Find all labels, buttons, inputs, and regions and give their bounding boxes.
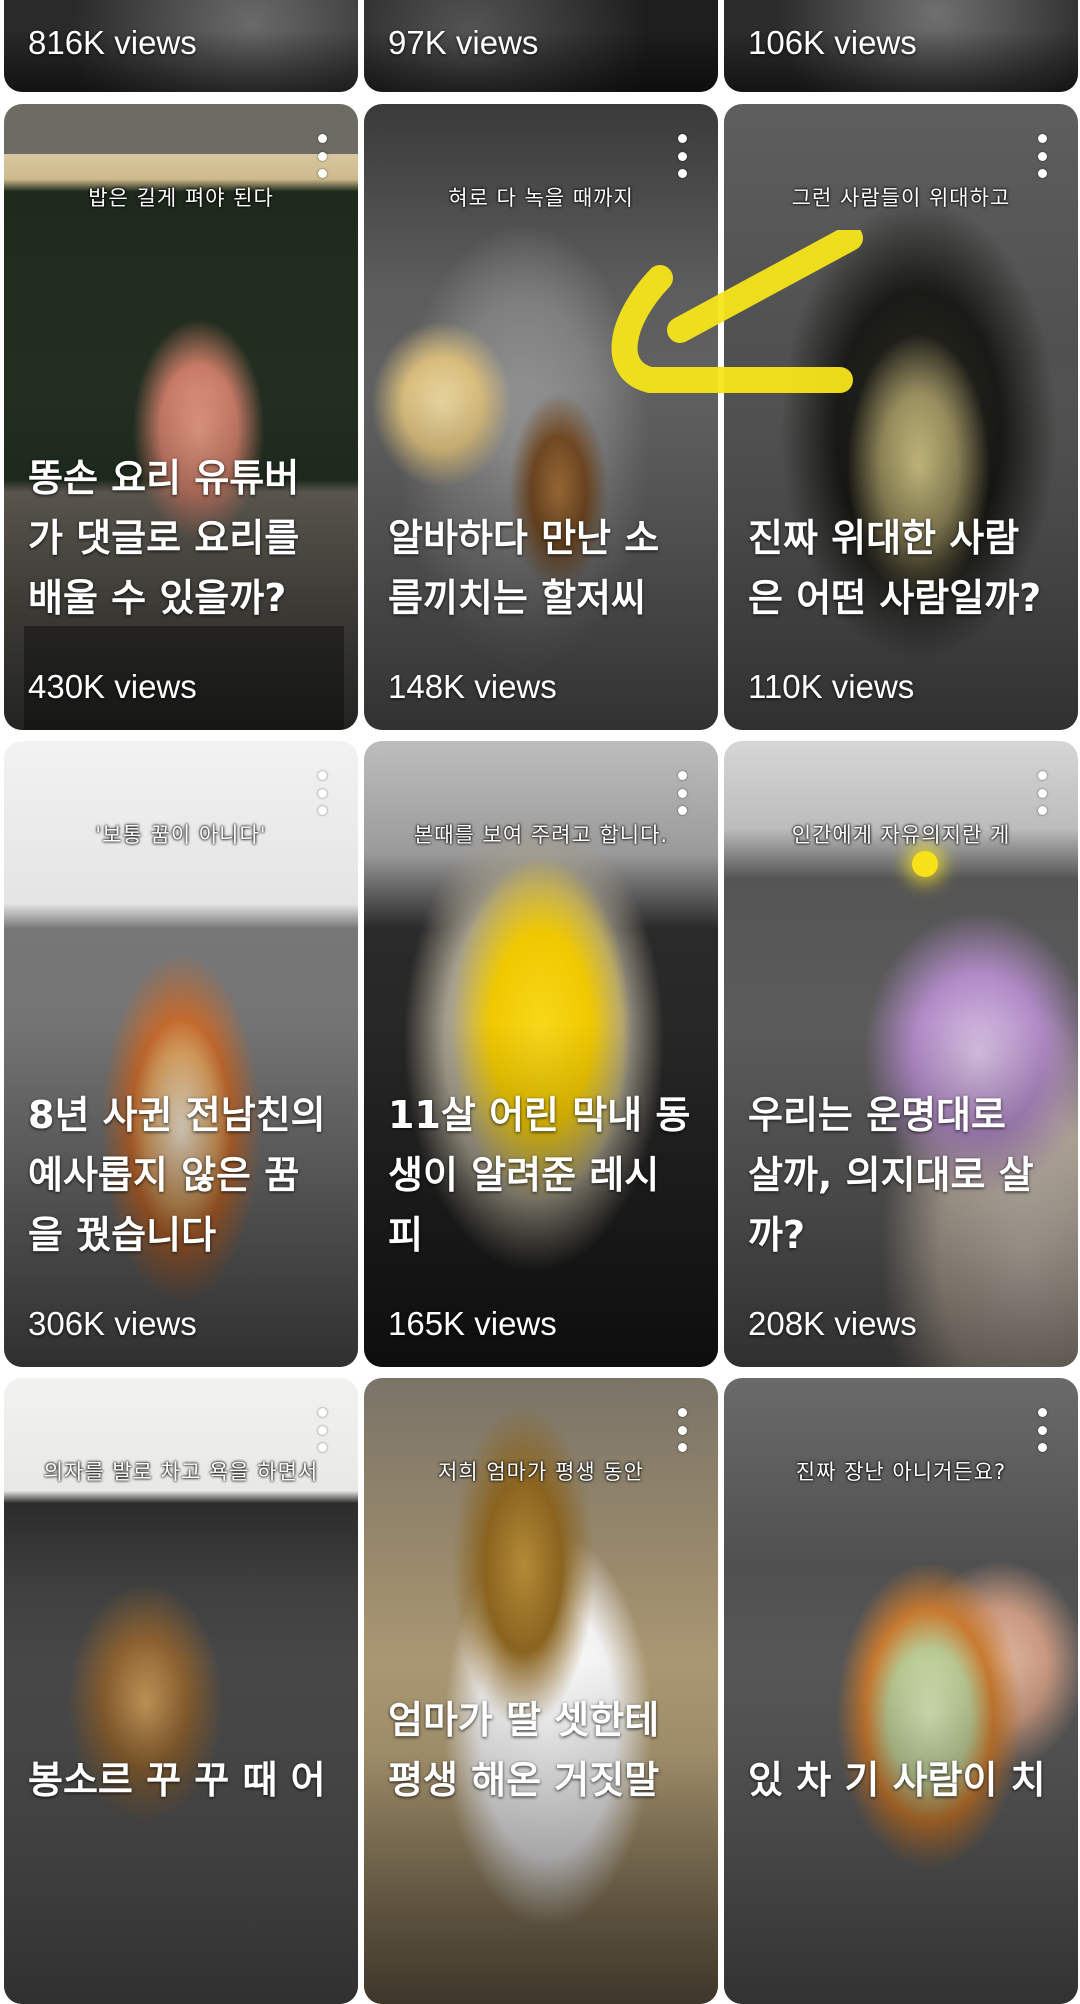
video-caption: 그런 사람들이 위대하고 [791, 186, 1011, 210]
video-title: 우리는 운명대로 살까, 의지대로 살 까? [748, 1093, 1034, 1257]
video-title: 8년 사귄 전남친의 예사롭지 않은 꿈 을 꿨습니다 [28, 1093, 326, 1257]
video-card[interactable]: 저희 엄마가 평생 동안 엄마가 딸 셋한테 평생 해온 거짓말 [364, 1378, 718, 2004]
video-card[interactable]: 인간에게 자유의지란 게 우리는 운명대로 살까, 의지대로 살 까? 208K… [724, 741, 1078, 1367]
view-count: 110K views [748, 668, 915, 705]
video-title: 11살 어린 막내 동 생이 알려준 레시 피 [388, 1093, 691, 1257]
video-caption: 밥은 길게 펴야 된다 [88, 186, 274, 210]
video-card[interactable]: 밥은 길게 펴야 된다 똥손 요리 유튜버 가 댓글로 요리를 배울 수 있을까… [4, 104, 358, 730]
more-options-icon[interactable] [316, 771, 328, 815]
shorts-grid: 816K views 97K views 106K views 밥은 길게 펴야… [0, 0, 1080, 2004]
video-card[interactable]: 혀로 다 녹을 때까지 알바하다 만난 소 름끼치는 할저씨 148K view… [364, 104, 718, 730]
more-options-icon[interactable] [1036, 771, 1048, 815]
view-count: 148K views [388, 668, 557, 705]
video-card[interactable]: 의자를 발로 차고 욕을 하면서 봉소르 꾸 꾸 때 어 [4, 1378, 358, 2004]
view-count: 106K views [748, 24, 917, 61]
video-caption: 저희 엄마가 평생 동안 [438, 1460, 644, 1484]
more-options-icon[interactable] [676, 1408, 688, 1452]
video-caption: 의자를 발로 차고 욕을 하면서 [43, 1460, 319, 1484]
video-title: 알바하다 만난 소 름끼치는 할저씨 [388, 516, 660, 620]
video-card[interactable]: 816K views [4, 0, 358, 92]
highlight-dot [912, 851, 938, 877]
view-count: 165K views [388, 1305, 557, 1342]
video-card[interactable]: 97K views [364, 0, 718, 92]
more-options-icon[interactable] [1036, 134, 1048, 178]
video-card[interactable]: 106K views [724, 0, 1078, 92]
more-options-icon[interactable] [316, 1408, 328, 1452]
video-caption: '보통 꿈이 아니다' [95, 823, 267, 847]
more-options-icon[interactable] [676, 134, 688, 178]
video-title: 똥손 요리 유튜버 가 댓글로 요리를 배울 수 있을까? [28, 456, 300, 620]
view-count: 97K views [388, 24, 539, 61]
video-caption: 혀로 다 녹을 때까지 [448, 186, 634, 210]
video-title: 진짜 위대한 사람 은 어떤 사람일까? [748, 516, 1042, 620]
view-count: 208K views [748, 1305, 917, 1342]
video-title: 봉소르 꾸 꾸 때 어 [28, 1758, 326, 1802]
video-caption: 본때를 보여 주려고 합니다. [413, 823, 669, 847]
video-card[interactable]: '보통 꿈이 아니다' 8년 사귄 전남친의 예사롭지 않은 꿈 을 꿨습니다 … [4, 741, 358, 1367]
view-count: 306K views [28, 1305, 197, 1342]
more-options-icon[interactable] [676, 771, 688, 815]
video-title: 있 차 기 사람이 치 [748, 1758, 1046, 1802]
video-caption: 진짜 장난 아니거든요? [795, 1460, 1007, 1484]
video-title: 엄마가 딸 셋한테 평생 해온 거짓말 [388, 1698, 660, 1802]
view-count: 430K views [28, 668, 197, 705]
video-caption: 인간에게 자유의지란 게 [791, 823, 1011, 847]
more-options-icon[interactable] [1036, 1408, 1048, 1452]
video-card[interactable]: 본때를 보여 주려고 합니다. 11살 어린 막내 동 생이 알려준 레시 피 … [364, 741, 718, 1367]
video-card[interactable]: 진짜 장난 아니거든요? 있 차 기 사람이 치 [724, 1378, 1078, 2004]
view-count: 816K views [28, 24, 197, 61]
video-card[interactable]: 그런 사람들이 위대하고 진짜 위대한 사람 은 어떤 사람일까? 110K v… [724, 104, 1078, 730]
more-options-icon[interactable] [316, 134, 328, 178]
